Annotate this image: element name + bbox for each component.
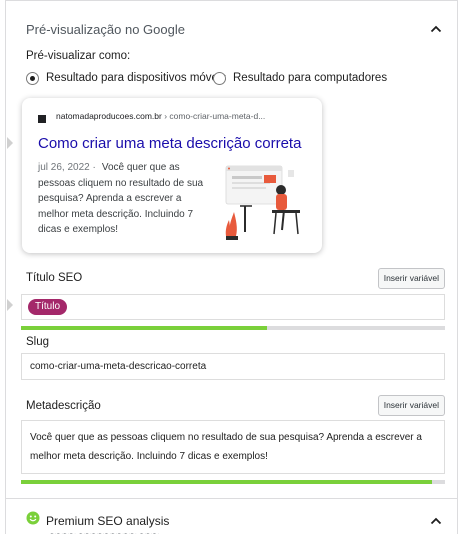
meta-description-progress-bar (21, 480, 445, 484)
snippet-date: jul 26, 2022 · (38, 162, 96, 173)
seo-title-progress-bar (21, 326, 445, 330)
snippet-site: natomadaproducoes.com.br (56, 111, 162, 121)
seo-title-insert-variable-button[interactable]: Inserir variável (377, 268, 445, 289)
snippet-description: jul 26, 2022 · Você quer que as pessoas c… (38, 160, 210, 238)
snippet-url: natomadaproducoes.com.br › como-criar-um… (56, 111, 265, 121)
desktop-result-option[interactable]: Resultado para computadores (213, 70, 387, 86)
slug-label: Slug (26, 336, 50, 348)
chevron-up-icon[interactable] (430, 24, 442, 34)
section-divider (6, 498, 457, 499)
mobile-result-option[interactable]: Resultado para dispositivos móveis (26, 70, 226, 86)
seo-metabox: Pré-visualização no Google Pré-visualiza… (5, 0, 458, 534)
google-preview-header[interactable]: Pré-visualização no Google (6, 0, 457, 40)
favicon-icon (38, 115, 46, 123)
mobile-option-label: Resultado para dispositivos móveis (46, 72, 227, 84)
seo-title-progress-fill (21, 326, 267, 330)
desktop-radio[interactable] (213, 71, 226, 85)
chevron-up-icon[interactable] (430, 516, 442, 526)
seo-title-arrow-icon (7, 299, 13, 311)
title-variable-pill[interactable]: Título (28, 299, 68, 315)
seo-title-input[interactable]: Título (21, 294, 445, 320)
premium-seo-analysis-title[interactable]: Premium SEO analysis (46, 514, 169, 528)
google-snippet-card: natomadaproducoes.com.br › como-criar-um… (22, 98, 322, 253)
meta-description-value: Você quer que as pessoas cliquem no resu… (30, 432, 422, 462)
snippet-title[interactable]: Como criar uma meta descrição correta (38, 135, 301, 152)
snippet-path: › como-criar-uma-meta-d... (161, 111, 266, 121)
desktop-option-label: Resultado para computadores (233, 72, 388, 84)
mobile-radio[interactable] (26, 71, 39, 85)
snippet-edit-arrow-icon (7, 137, 13, 149)
meta-description-progress-fill (21, 480, 433, 484)
preview-as-label: Pré-visualizar como: (26, 50, 131, 62)
slug-value: como-criar-uma-meta-descricao-correta (30, 361, 207, 372)
smiley-icon (26, 511, 40, 525)
section-title: Pré-visualização no Google (26, 22, 185, 37)
meta-description-input[interactable]: Você quer que as pessoas cliquem no resu… (21, 420, 445, 474)
seo-title-label: Título SEO (26, 272, 83, 284)
meta-description-label: Metadescrição (26, 400, 101, 412)
cutoff-text: ~~~~ ~~~~~~~~~ ~~~ (50, 529, 159, 534)
meta-description-insert-variable-button[interactable]: Inserir variável (377, 395, 445, 416)
snippet-thumbnail-image (220, 160, 306, 242)
slug-input[interactable]: como-criar-uma-meta-descricao-correta (21, 353, 445, 380)
